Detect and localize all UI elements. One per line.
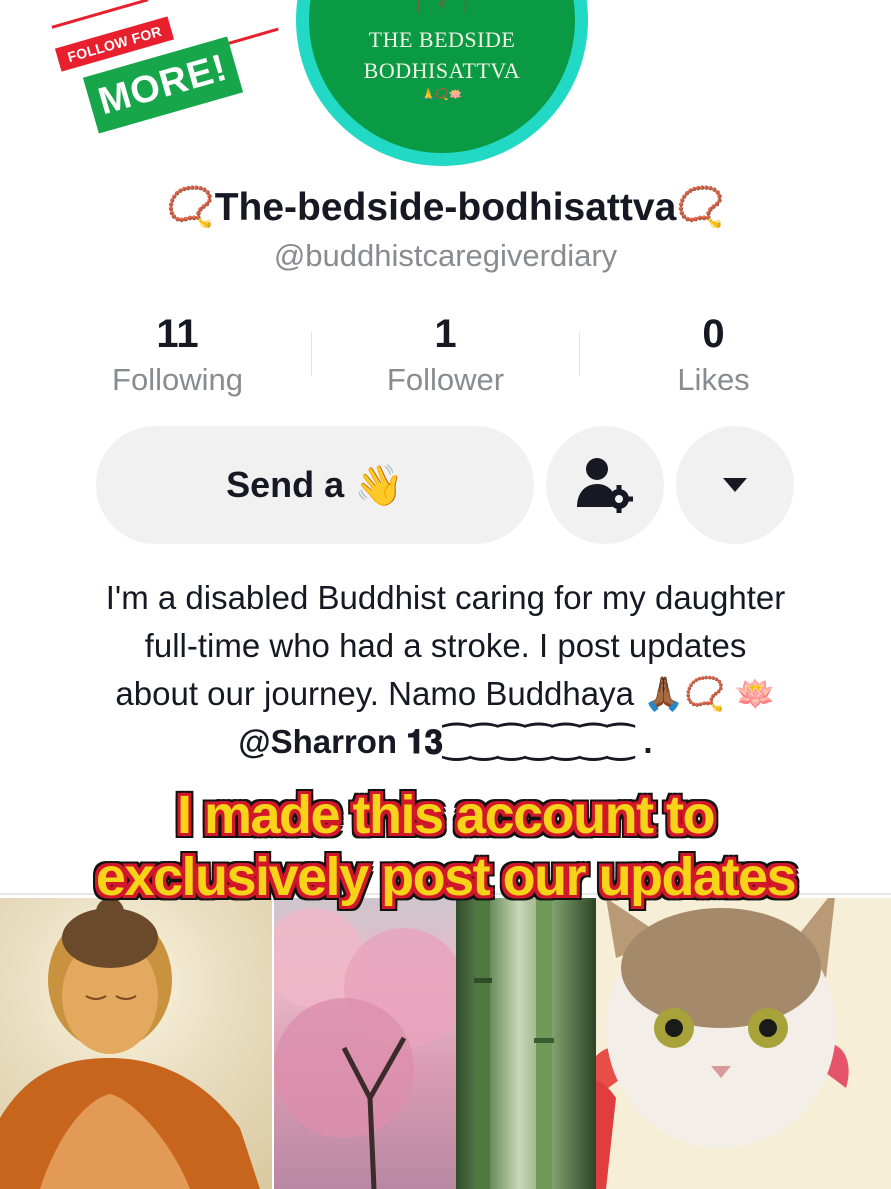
profile-settings-button[interactable] — [546, 426, 664, 544]
avatar-emoji-row: 🙏📿🪷 — [421, 89, 463, 101]
stat-following[interactable]: 11 Following — [44, 310, 311, 410]
video-caption-overlay: I made this account to exclusively post … — [0, 784, 891, 908]
send-wave-label: Send a — [226, 464, 345, 505]
profile-bio: I'm a disabled Buddhist caring for my da… — [30, 574, 861, 766]
more-options-button[interactable] — [676, 426, 794, 544]
stat-likes[interactable]: 0 Likes — [580, 310, 847, 410]
bio-mention-link[interactable]: @Sharron 𝟏𝟑⁐⁐⁐⁐⁐⁐⁐ . — [30, 718, 861, 766]
profile-stats: 11 Following 1 Follower 0 Likes — [44, 310, 847, 410]
send-wave-button[interactable]: Send a 👋 — [96, 426, 534, 544]
follow-for-more-sticker: FOLLOW FOR MORE! — [50, 0, 280, 134]
avatar-text-line2: BODHISATTVA — [363, 58, 521, 83]
bio-line: about our journey. Namo Buddhaya 🙏🏾📿 🪷 — [115, 675, 776, 712]
cat-image — [596, 898, 849, 1189]
stat-label: Follower — [386, 362, 505, 397]
buddha-outline-icon — [417, 0, 467, 14]
avatar-image: THE BEDSIDE BODHISATTVA 🙏📿🪷 — [309, 0, 575, 153]
bio-line: full-time who had a stroke. I post updat… — [144, 627, 747, 664]
stat-value: 0 — [702, 312, 725, 356]
stat-label: Following — [112, 362, 243, 397]
video-thumbnail-buddha[interactable] — [0, 898, 272, 1189]
wave-hand-icon: 👋 — [354, 463, 404, 508]
video-thumbnail-cat[interactable] — [596, 898, 891, 1189]
avatar-ring: THE BEDSIDE BODHISATTVA 🙏📿🪷 — [296, 0, 588, 166]
profile-avatar[interactable]: THE BEDSIDE BODHISATTVA 🙏📿🪷 — [296, 0, 588, 166]
display-name: 📿The-bedside-bodhisattva📿 — [166, 186, 725, 229]
caret-down-icon — [723, 478, 747, 492]
sticker-line — [51, 0, 149, 29]
avatar-text-line1: THE BEDSIDE — [368, 27, 516, 52]
bamboo-image — [474, 898, 554, 1189]
username-handle: @buddhistcaregiverdiary — [273, 238, 618, 273]
buddha-image — [0, 898, 260, 1189]
blossom-tree-image — [274, 908, 456, 1189]
stat-value: 11 — [156, 312, 199, 356]
stat-followers[interactable]: 1 Follower — [312, 310, 579, 410]
video-thumbnail-blossom-tree[interactable] — [274, 898, 456, 1189]
caption-line: I made this account to — [176, 785, 716, 845]
video-thumbnail-bamboo[interactable] — [456, 898, 596, 1189]
person-gear-icon — [577, 458, 633, 513]
stat-label: Likes — [677, 362, 750, 397]
stat-value: 1 — [434, 312, 457, 356]
caption-line: exclusively post our updates — [95, 847, 797, 907]
bio-line: I'm a disabled Buddhist caring for my da… — [105, 579, 786, 616]
